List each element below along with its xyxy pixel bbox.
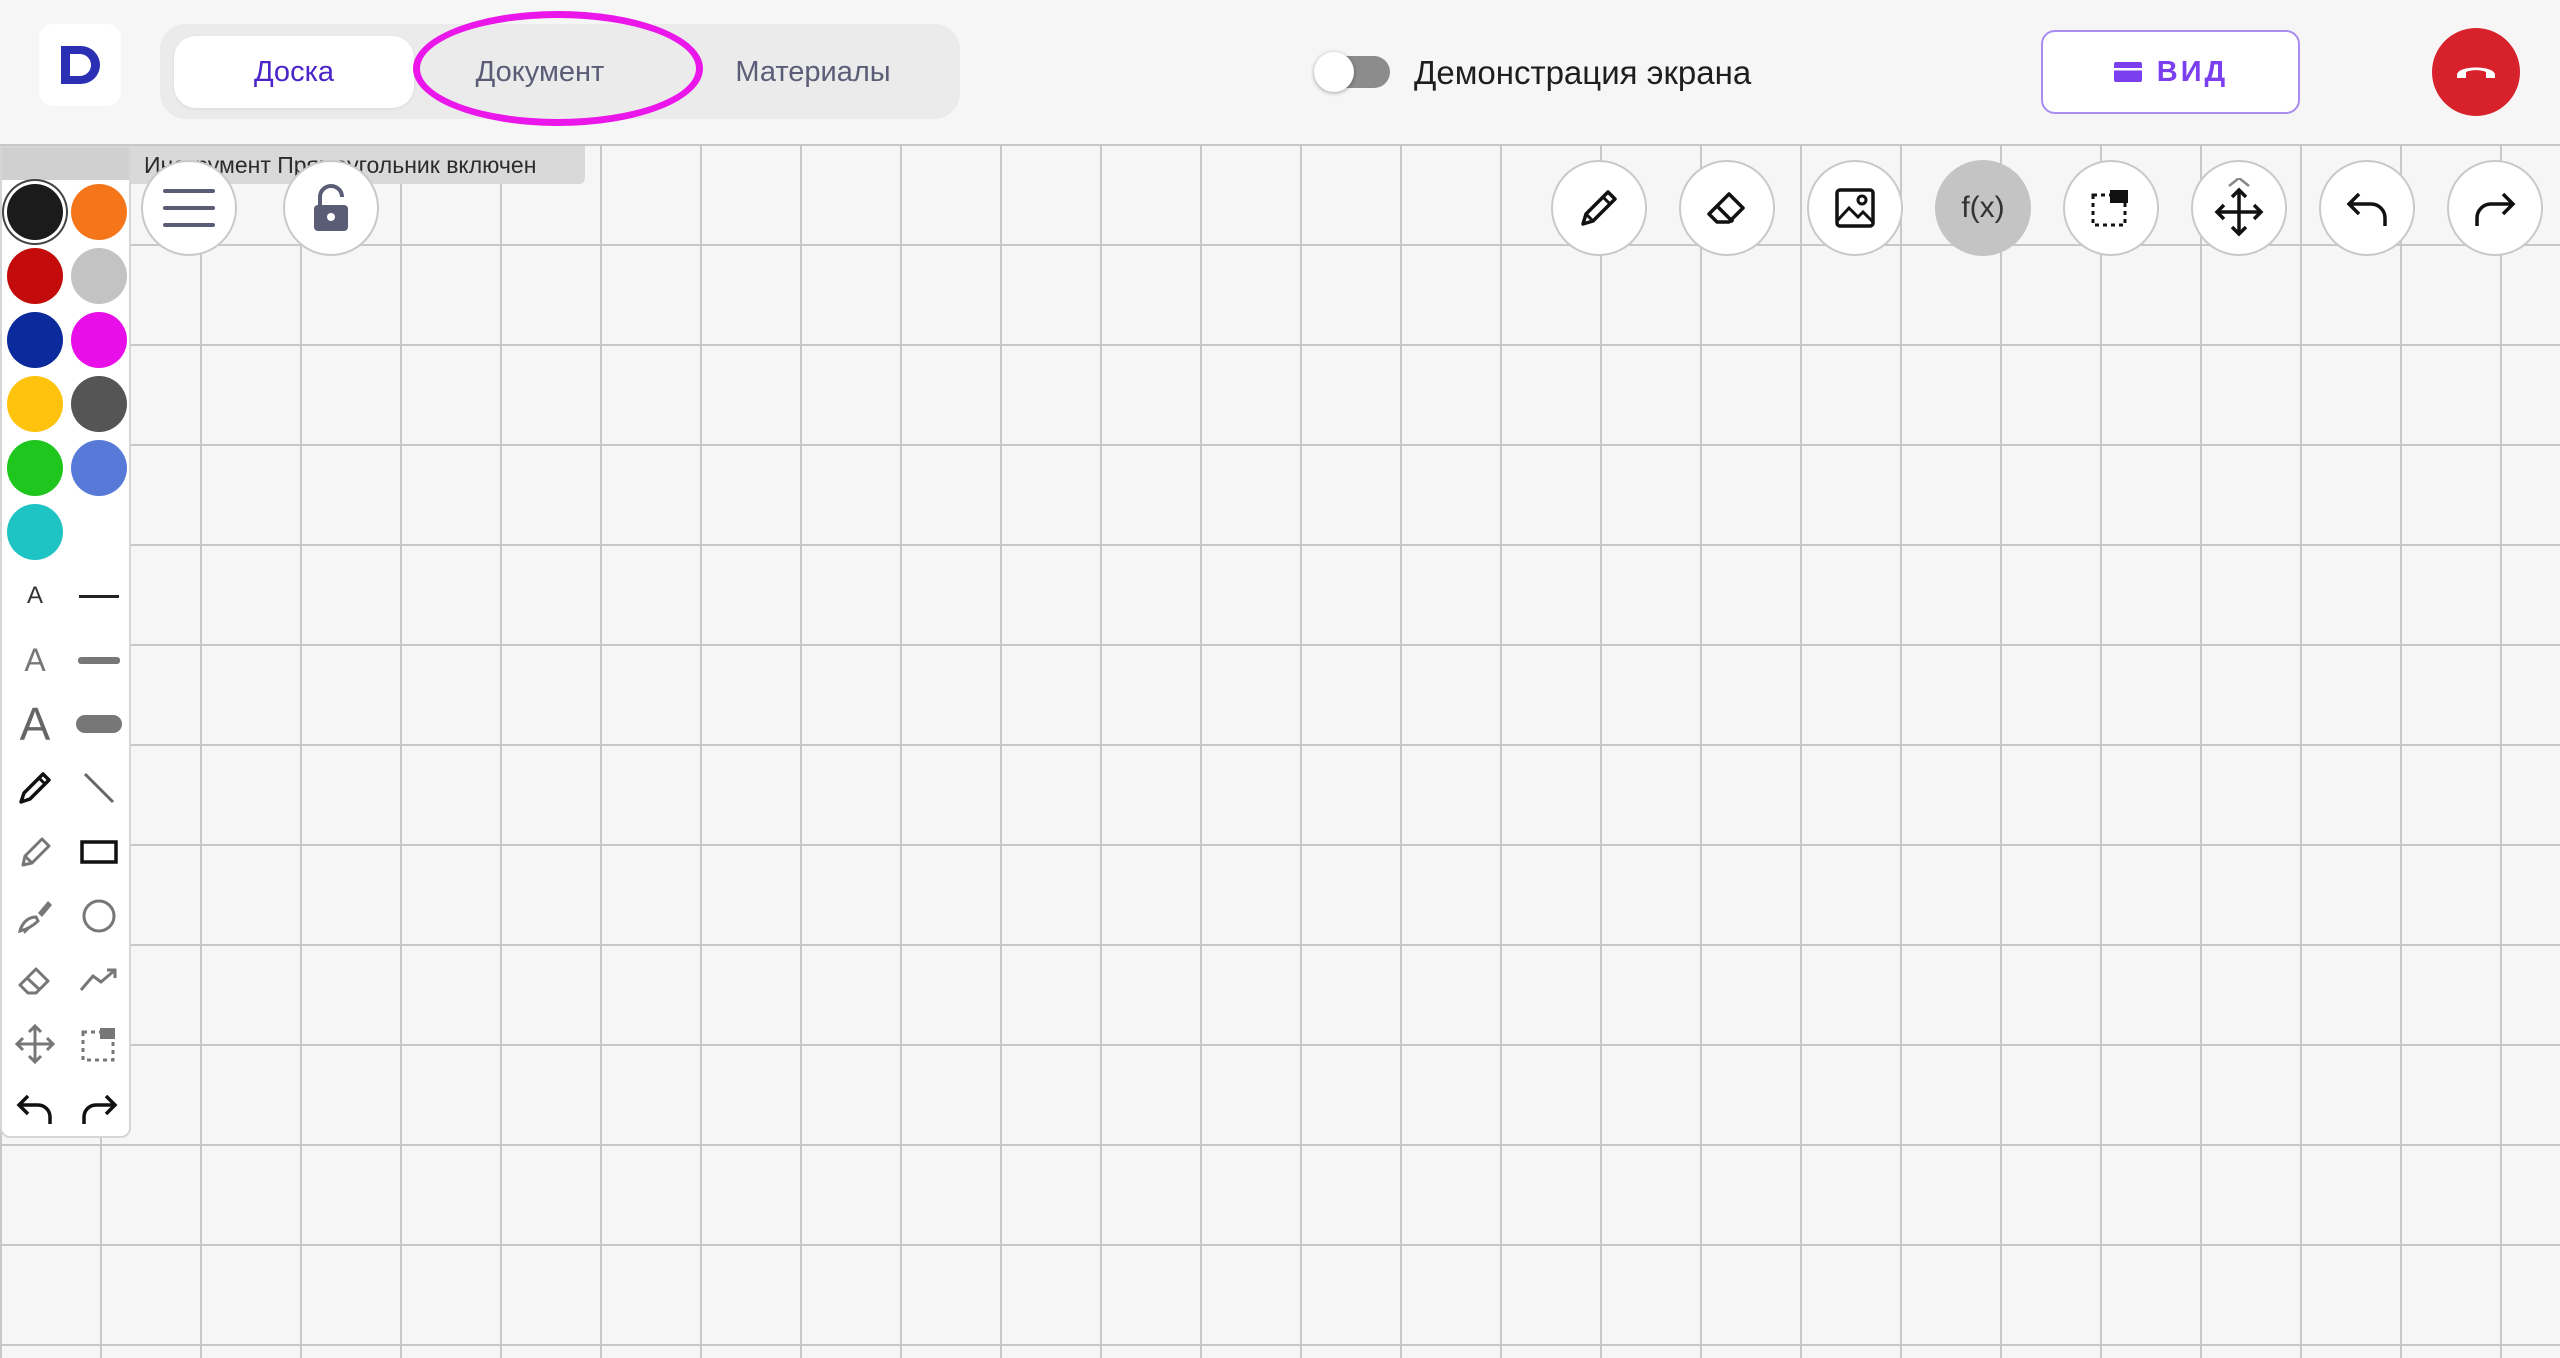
color-swatch-navy[interactable] [7, 312, 63, 368]
line-width-thin[interactable] [71, 568, 127, 624]
eraser-icon [18, 967, 50, 995]
app-logo[interactable] [39, 24, 121, 106]
top-bar: Доска Документ Материалы Демонстрация эк… [0, 0, 2560, 144]
eraser-tool-button[interactable] [1679, 160, 1775, 256]
tab-materials[interactable]: Материалы [678, 36, 948, 108]
font-size-large[interactable]: A [7, 696, 63, 752]
screen-share-label: Демонстрация экрана [1414, 54, 1752, 91]
pencil-icon [1581, 190, 1617, 226]
color-swatch-dark-gray[interactable] [71, 376, 127, 432]
end-call-button[interactable] [2432, 28, 2520, 116]
trend-line-icon [79, 968, 117, 991]
diagonal-line-icon [83, 772, 115, 804]
undo-icon [2346, 192, 2387, 226]
redo-button[interactable] [2447, 160, 2543, 256]
font-size-large-label: A [19, 698, 51, 750]
move-tool[interactable] [7, 1016, 63, 1072]
select-area-tool[interactable] [71, 1016, 127, 1072]
color-swatch-teal[interactable] [7, 504, 63, 560]
line-width-medium[interactable] [71, 632, 127, 688]
line-thin-icon [79, 595, 119, 598]
redo-icon [2475, 192, 2516, 226]
brush-icon [17, 901, 52, 934]
color-swatch-blue[interactable] [71, 440, 127, 496]
hang-up-icon [2457, 67, 2495, 78]
select-area-tool-button[interactable] [2063, 160, 2159, 256]
image-icon [1835, 188, 1875, 228]
formula-tool-button[interactable]: f(x) [1935, 160, 2031, 256]
lock-button[interactable] [283, 160, 379, 256]
pencil-tool-button[interactable] [1551, 160, 1647, 256]
font-size-small[interactable]: A [7, 568, 63, 624]
toggle-knob [1314, 52, 1354, 92]
image-tool-button[interactable] [1807, 160, 1903, 256]
circle-tool[interactable] [71, 888, 127, 944]
color-swatch-light-gray[interactable] [71, 248, 127, 304]
eraser-tool[interactable] [7, 952, 63, 1008]
whiteboard-canvas[interactable] [0, 144, 2560, 1358]
font-size-small-label: A [26, 582, 43, 609]
screen-share-toggle[interactable] [1314, 52, 1390, 92]
font-size-medium[interactable]: A [7, 632, 63, 688]
color-swatch-red[interactable] [7, 248, 63, 304]
palette-redo[interactable] [71, 1080, 127, 1136]
pen-tool[interactable] [7, 760, 63, 816]
eraser-icon [1707, 192, 1745, 224]
color-swatch-magenta[interactable] [71, 312, 127, 368]
line-tool[interactable] [71, 760, 127, 816]
brush-tool[interactable] [7, 888, 63, 944]
color-swatch-black[interactable] [7, 184, 63, 240]
menu-icon [163, 189, 215, 227]
select-area-icon [2091, 190, 2128, 227]
menu-button[interactable] [141, 160, 237, 256]
undo-button[interactable] [2319, 160, 2415, 256]
trend-line-tool[interactable] [71, 952, 127, 1008]
marker-icon [21, 837, 51, 867]
tab-board[interactable]: Доска [174, 36, 414, 108]
select-area-icon [81, 1028, 115, 1062]
logo-icon [61, 46, 100, 84]
marker-tool[interactable] [7, 824, 63, 880]
pen-icon [19, 772, 51, 804]
line-width-thick[interactable] [71, 696, 127, 752]
font-size-medium-label: A [24, 641, 46, 678]
lock-icon [314, 184, 348, 231]
line-thick-icon [76, 715, 122, 733]
move-icon [2214, 178, 2264, 237]
rectangle-icon [80, 840, 118, 864]
tab-document[interactable]: Документ [415, 36, 665, 108]
view-icon [2113, 62, 2142, 82]
line-medium-icon [78, 657, 120, 664]
move-tool-button[interactable] [2191, 160, 2287, 256]
undo-icon [16, 1094, 52, 1124]
move-icon [14, 1023, 56, 1065]
color-swatch-green[interactable] [7, 440, 63, 496]
circle-icon [82, 899, 116, 933]
view-button-label: ВИД [2156, 55, 2229, 88]
redo-icon [82, 1094, 118, 1124]
view-button[interactable]: ВИД [2041, 30, 2300, 114]
mode-tabs: Доска Документ Материалы [160, 24, 960, 119]
rectangle-tool[interactable] [71, 824, 127, 880]
palette-drag-handle[interactable] [2, 148, 129, 180]
tool-palette: A A A [0, 146, 131, 1138]
formula-icon: f(x) [1961, 191, 2005, 224]
color-swatch-yellow[interactable] [7, 376, 63, 432]
color-swatch-orange[interactable] [71, 184, 127, 240]
palette-undo[interactable] [7, 1080, 63, 1136]
